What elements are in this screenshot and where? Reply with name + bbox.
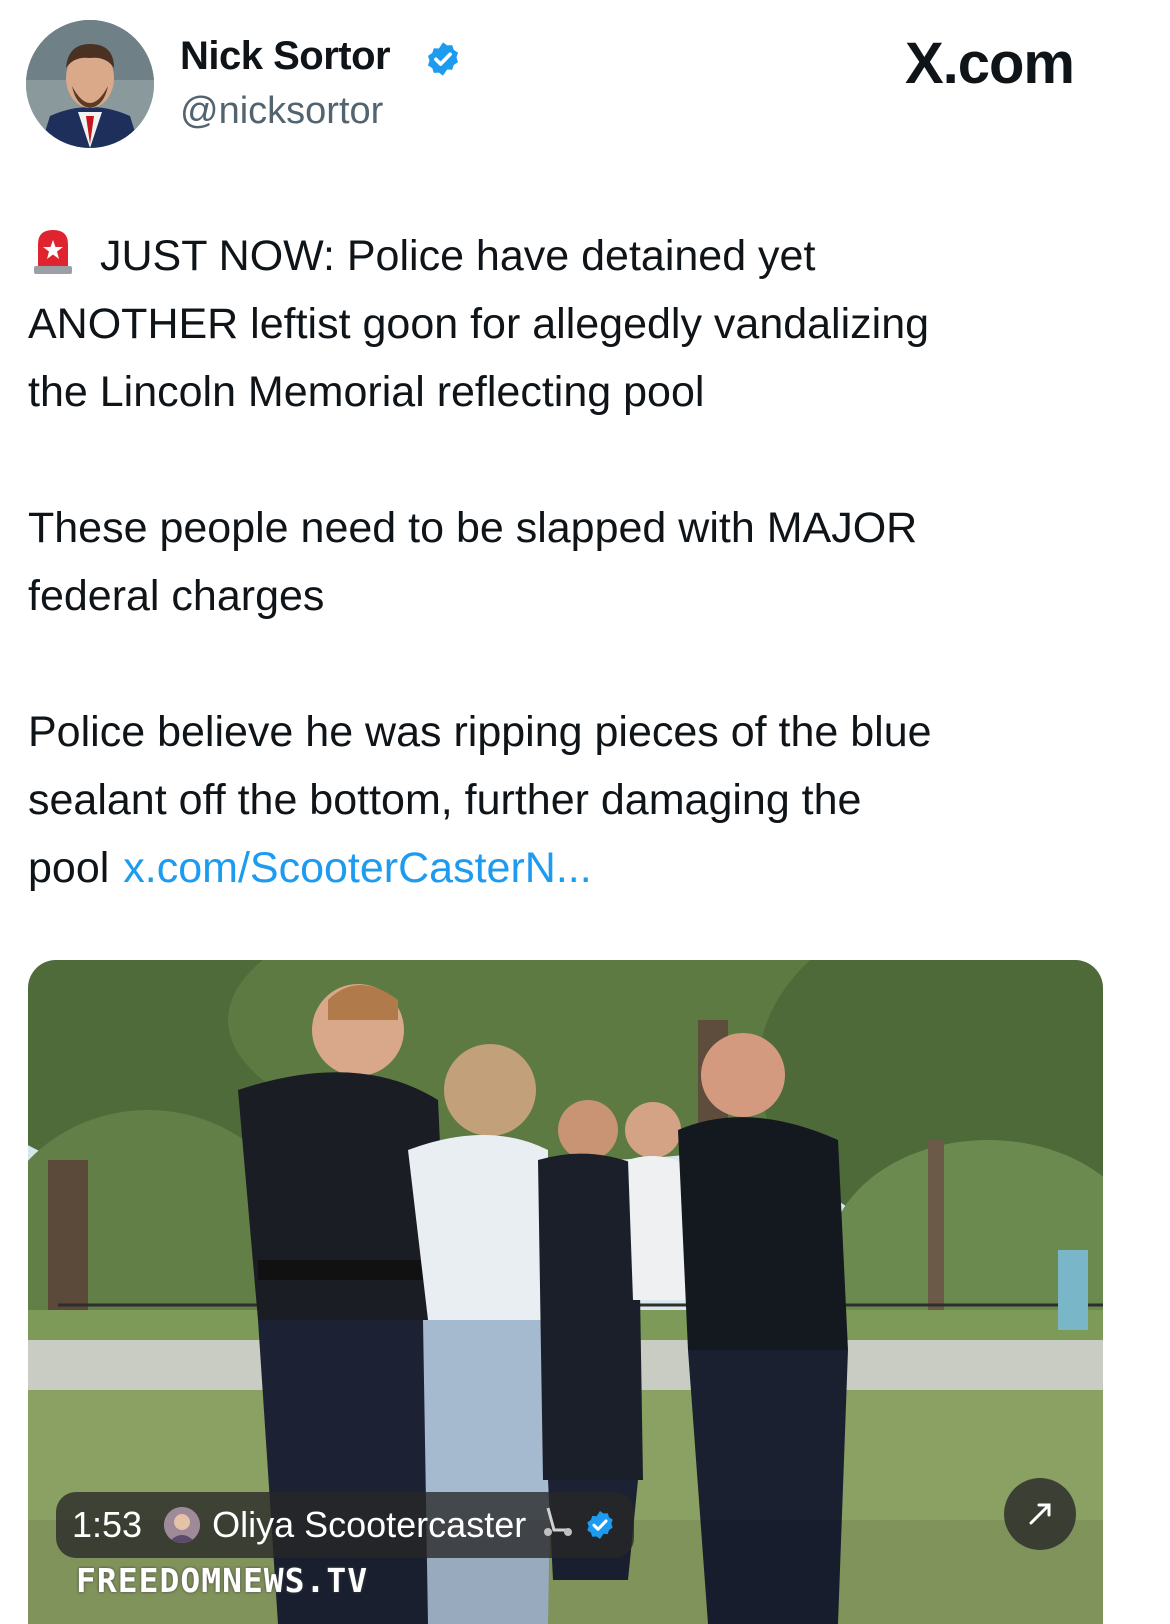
source-verified-icon (587, 1511, 613, 1539)
author-name[interactable]: Nick Sortor (180, 34, 391, 79)
tweet-para3-line1: Police believe he was ripping pieces of … (28, 708, 932, 756)
video-watermark: FREEDOMNEWS.TV (76, 1566, 369, 1600)
scooter-icon (540, 1504, 574, 1547)
police-siren-icon (34, 230, 72, 274)
expand-icon (1029, 1503, 1051, 1525)
tweet-line: JUST NOW: Police have detained yet (28, 222, 1128, 290)
video-duration: 1:53 (72, 1504, 143, 1545)
tweet-para3-line3: pool x.com/ScooterCasterN... (28, 834, 1128, 902)
video-info-overlay: 1:53 Oliya Scootercaster (56, 1492, 635, 1558)
verified-badge-icon (427, 42, 459, 76)
scooter-emoji-icon (544, 1507, 573, 1536)
x-com-logo: X.com (904, 31, 1075, 96)
author-avatar[interactable] (26, 20, 154, 148)
source-avatar-icon (164, 1507, 201, 1543)
tweet-text: JUST NOW: Police have detained yet ANOTH… (28, 222, 1128, 902)
tweet-para2-line2: federal charges (28, 572, 325, 620)
source-avatar (164, 1507, 201, 1543)
source-name: Oliya Scootercaster (212, 1504, 527, 1545)
tweet-para3-line3-text: pool (28, 844, 110, 892)
tweet-line-1: JUST NOW: Police have detained yet (100, 232, 816, 280)
tweet-link[interactable]: x.com/ScooterCasterN... (123, 844, 591, 892)
user-avatar (26, 20, 154, 148)
expand-video-button[interactable] (1004, 1478, 1076, 1550)
tweet-line-2: ANOTHER leftist goon for allegedly vanda… (28, 300, 930, 348)
tweet-para3-line2: sealant off the bottom, further damaging… (28, 776, 862, 824)
tweet-para2-line1: These people need to be slapped with MAJ… (28, 504, 918, 552)
author-handle[interactable]: @nicksortor (180, 90, 383, 133)
tweet-line-3: the Lincoln Memorial reflecting pool (28, 368, 705, 416)
